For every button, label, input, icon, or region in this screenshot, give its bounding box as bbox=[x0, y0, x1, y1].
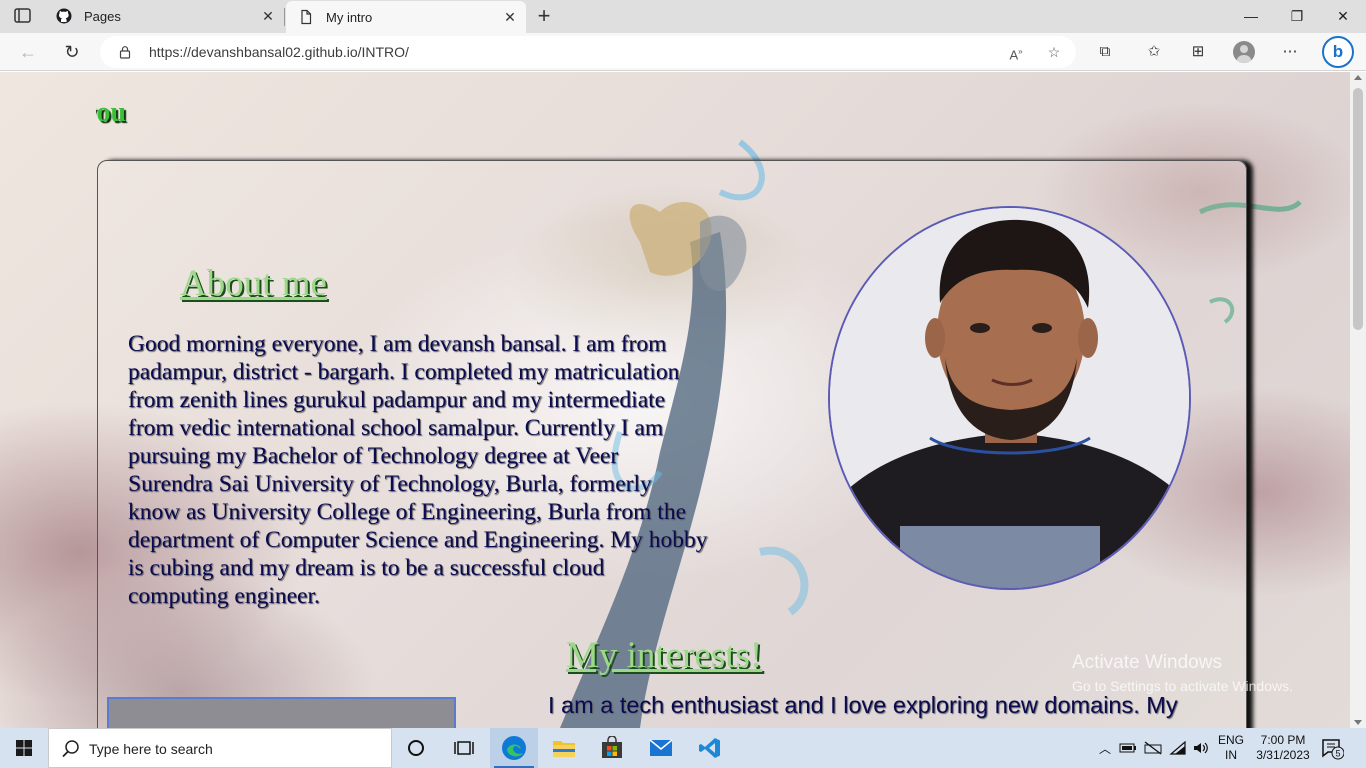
collections-icon[interactable]: ⊞ bbox=[1187, 41, 1209, 63]
battery-icon[interactable] bbox=[1118, 728, 1138, 768]
page-icon bbox=[298, 9, 314, 25]
about-heading: About me bbox=[180, 263, 327, 304]
page-viewport: meet you About me Good morning everyone,… bbox=[0, 72, 1350, 728]
profile-avatar-icon[interactable] bbox=[1233, 41, 1255, 63]
marquee-greeting: meet you bbox=[96, 97, 206, 129]
restore-icon[interactable]: ❐ bbox=[1274, 0, 1320, 33]
tab-strip: Pages ✕ My intro ✕ + — ❐ ✕ bbox=[0, 0, 1366, 34]
address-bar[interactable]: https://devanshbansal02.github.io/INTRO/… bbox=[100, 36, 1076, 68]
clock-date: 3/31/2023 bbox=[1256, 748, 1310, 762]
browser-toolbar: ← ↻ https://devanshbansal02.github.io/IN… bbox=[0, 33, 1366, 71]
interests-heading: My interests! bbox=[566, 635, 763, 676]
windows-start-icon[interactable] bbox=[0, 728, 48, 768]
search-placeholder: Type here to search bbox=[89, 741, 213, 757]
windows-taskbar: Type here to search ︿ ENG IN 7:00 PM 3/3… bbox=[0, 728, 1366, 768]
url-text[interactable]: https://devanshbansal02.github.io/INTRO/ bbox=[149, 44, 409, 60]
add-favorite-icon[interactable]: ☆ bbox=[1044, 42, 1064, 62]
favorites-icon[interactable]: ✩ bbox=[1143, 41, 1165, 63]
taskbar-search-box[interactable]: Type here to search bbox=[48, 728, 392, 768]
tab-my-intro[interactable]: My intro ✕ bbox=[286, 1, 526, 34]
notification-center-icon[interactable]: 5 bbox=[1320, 736, 1345, 760]
show-hidden-icons-icon[interactable]: ︿ bbox=[1096, 728, 1114, 768]
refresh-icon[interactable]: ↻ bbox=[60, 40, 84, 64]
tab-title: My intro bbox=[326, 10, 373, 25]
about-paragraph: Good morning everyone, I am devansh bans… bbox=[128, 331, 708, 609]
lock-icon[interactable] bbox=[118, 45, 132, 59]
edge-icon[interactable] bbox=[490, 728, 538, 768]
close-window-icon[interactable]: ✕ bbox=[1320, 0, 1366, 33]
wifi-icon[interactable] bbox=[1168, 728, 1188, 768]
cortana-icon[interactable] bbox=[392, 728, 440, 768]
read-aloud-icon[interactable]: A» bbox=[1006, 42, 1026, 62]
github-icon bbox=[56, 8, 72, 24]
input-language[interactable]: ENG IN bbox=[1213, 733, 1249, 763]
tab-actions-icon[interactable] bbox=[12, 7, 34, 25]
notification-count: 5 bbox=[1335, 749, 1340, 759]
tab-separator bbox=[284, 8, 285, 26]
watermark-line2: Go to Settings to activate Windows. bbox=[1072, 678, 1293, 694]
extensions-icon[interactable]: ⧉ bbox=[1094, 41, 1116, 63]
task-view-icon[interactable] bbox=[440, 728, 488, 768]
back-icon[interactable]: ← bbox=[16, 40, 40, 64]
close-tab-icon[interactable]: ✕ bbox=[260, 8, 276, 24]
lang-line1: ENG bbox=[1217, 733, 1244, 747]
bing-chat-icon[interactable]: b bbox=[1322, 36, 1354, 68]
close-tab-icon[interactable]: ✕ bbox=[502, 9, 518, 25]
search-icon bbox=[61, 739, 81, 759]
network-disconnected-icon[interactable] bbox=[1142, 728, 1164, 768]
new-tab-icon[interactable]: + bbox=[532, 4, 556, 28]
watermark-line1: Activate Windows bbox=[1072, 652, 1222, 673]
profile-photo bbox=[828, 206, 1191, 590]
activate-windows-watermark: Activate Windows Go to Settings to activ… bbox=[1072, 652, 1293, 694]
marquee-text: meet you bbox=[96, 97, 127, 128]
tab-title: Pages bbox=[84, 9, 121, 24]
interest-image-frame bbox=[107, 697, 456, 728]
scroll-down-icon[interactable] bbox=[1354, 720, 1362, 725]
minimize-icon[interactable]: — bbox=[1228, 0, 1274, 33]
scroll-up-icon[interactable] bbox=[1354, 75, 1362, 80]
lang-line2: IN bbox=[1225, 748, 1237, 762]
tab-pages[interactable]: Pages ✕ bbox=[44, 0, 284, 33]
volume-icon[interactable] bbox=[1190, 728, 1212, 768]
more-options-icon[interactable]: ⋯ bbox=[1279, 41, 1301, 63]
vscode-icon[interactable] bbox=[686, 728, 734, 768]
interests-paragraph: I am a tech enthusiast and I love explor… bbox=[548, 692, 1178, 718]
page-scrollbar[interactable] bbox=[1350, 72, 1366, 728]
scrollbar-thumb[interactable] bbox=[1353, 88, 1363, 330]
store-icon[interactable] bbox=[588, 728, 636, 768]
clock-time: 7:00 PM bbox=[1260, 733, 1306, 747]
system-clock[interactable]: 7:00 PM 3/31/2023 bbox=[1250, 733, 1316, 763]
mail-icon[interactable] bbox=[637, 728, 685, 768]
file-explorer-icon[interactable] bbox=[540, 728, 588, 768]
